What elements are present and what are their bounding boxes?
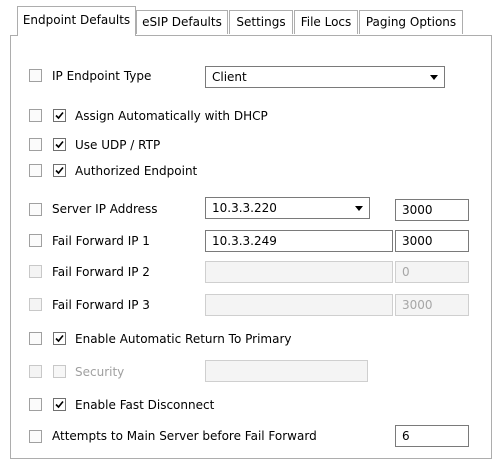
fast-disconnect-label: Enable Fast Disconnect	[75, 398, 215, 412]
fail-forward-1-label: Fail Forward IP 1	[52, 234, 150, 248]
fail-forward-1-port-input[interactable]: 3000	[395, 230, 469, 252]
tab-paging-options[interactable]: Paging Options	[359, 10, 463, 34]
override-checkbox-server-ip[interactable]	[29, 203, 42, 216]
override-checkbox-assign-dhcp[interactable]	[29, 109, 42, 122]
fast-disconnect-checkbox[interactable]	[53, 398, 66, 411]
fail-forward-2-input[interactable]	[205, 261, 393, 283]
chevron-down-icon[interactable]	[425, 68, 443, 86]
fail-forward-2-label: Fail Forward IP 2	[52, 265, 150, 279]
ip-endpoint-type-label: IP Endpoint Type	[52, 69, 152, 83]
ip-endpoint-type-select[interactable]: Client	[205, 66, 445, 88]
security-input[interactable]	[205, 360, 368, 382]
server-ip-combo[interactable]: 10.3.3.220	[205, 197, 370, 219]
override-checkbox-use-udp[interactable]	[29, 138, 42, 151]
attempts-label: Attempts to Main Server before Fail Forw…	[52, 429, 317, 443]
use-udp-checkbox[interactable]	[53, 138, 66, 151]
fail-forward-2-port-input[interactable]: 0	[395, 261, 469, 283]
auto-return-label: Enable Automatic Return To Primary	[75, 332, 292, 346]
override-checkbox-ip-endpoint-type[interactable]	[29, 69, 42, 82]
authorized-endpoint-label: Authorized Endpoint	[75, 164, 198, 178]
override-checkbox-auto-return[interactable]	[29, 332, 42, 345]
security-checkbox[interactable]	[53, 365, 66, 378]
server-ip-label: Server IP Address	[52, 202, 158, 216]
server-ip-port-input[interactable]: 3000	[395, 199, 469, 221]
override-checkbox-authorized[interactable]	[29, 164, 42, 177]
authorized-endpoint-checkbox[interactable]	[53, 164, 66, 177]
ip-endpoint-type-value: Client	[212, 70, 247, 84]
assign-dhcp-checkbox[interactable]	[53, 109, 66, 122]
fail-forward-1-input[interactable]: 10.3.3.249	[205, 230, 393, 252]
override-checkbox-fail-forward-2[interactable]	[29, 265, 42, 278]
tab-esip-defaults[interactable]: eSIP Defaults	[136, 10, 228, 34]
fail-forward-3-input[interactable]	[205, 294, 393, 316]
fail-forward-3-port-input[interactable]: 3000	[395, 294, 469, 316]
tab-file-locs[interactable]: File Locs	[294, 10, 358, 34]
tab-strip: eSIP Defaults Settings File Locs Paging …	[0, 0, 497, 40]
fail-forward-3-label: Fail Forward IP 3	[52, 298, 150, 312]
attempts-input[interactable]: 6	[395, 425, 469, 447]
security-label: Security	[75, 365, 125, 379]
override-checkbox-fail-forward-3[interactable]	[29, 298, 42, 311]
server-ip-value: 10.3.3.220	[212, 201, 277, 215]
override-checkbox-fail-forward-1[interactable]	[29, 234, 42, 247]
override-checkbox-attempts[interactable]	[29, 430, 42, 443]
tab-settings[interactable]: Settings	[229, 10, 293, 34]
tab-endpoint-defaults[interactable]: Endpoint Defaults	[17, 6, 136, 36]
chevron-down-icon[interactable]	[350, 199, 368, 217]
auto-return-checkbox[interactable]	[53, 332, 66, 345]
use-udp-label: Use UDP / RTP	[75, 138, 161, 152]
assign-dhcp-label: Assign Automatically with DHCP	[75, 109, 268, 123]
override-checkbox-security[interactable]	[29, 365, 42, 378]
override-checkbox-fast-disconnect[interactable]	[29, 398, 42, 411]
